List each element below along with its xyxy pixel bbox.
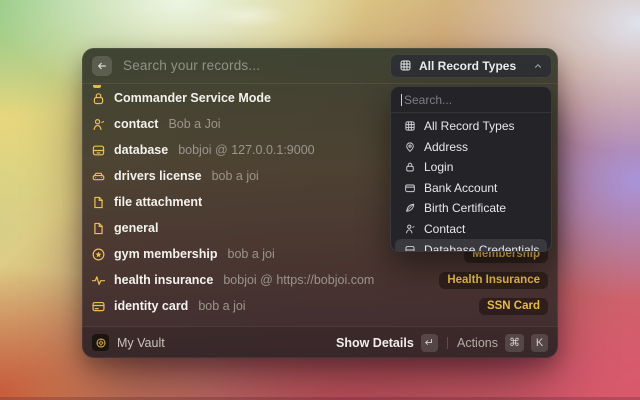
dropdown-search-placeholder: Search... (404, 93, 452, 107)
car-icon (90, 168, 106, 184)
record-title: identity card (114, 299, 188, 313)
cmd-key-badge: ⌘ (505, 334, 524, 352)
record-row[interactable]: identity card bob a joi SSN Card (82, 293, 558, 319)
lock-icon (90, 90, 106, 106)
record-subtitle: bob a joi (228, 247, 275, 261)
database-icon (90, 142, 106, 158)
wallpaper-highlight (205, 4, 290, 28)
text-caret (401, 94, 402, 106)
back-button[interactable] (92, 56, 112, 76)
record-subtitle: bobjoi @ 127.0.0.1:9000 (178, 143, 314, 157)
dropdown-item-all-record-types[interactable]: All Record Types (395, 116, 547, 137)
record-type-badge: Health Insurance (439, 272, 548, 289)
card-icon (90, 298, 106, 314)
record-subtitle: Bob a Joi (168, 117, 220, 131)
search-top-bar: Search your records... All Record Types (82, 48, 558, 84)
file-icon (90, 220, 106, 236)
certificate-icon (403, 202, 416, 215)
dropdown-item-label: Birth Certificate (424, 201, 506, 215)
record-type-badge: SSN Card (479, 298, 548, 315)
vault-logo-icon (92, 334, 109, 351)
chevron-up-icon (533, 61, 543, 71)
dropdown-item-birth-certificate[interactable]: Birth Certificate (395, 198, 547, 219)
scrolled-item-fragment (93, 85, 101, 88)
record-title: Commander Service Mode (114, 91, 271, 105)
show-details-button[interactable]: Show Details (336, 336, 414, 350)
star-icon (90, 246, 106, 262)
record-title: drivers license (114, 169, 202, 183)
dropdown-item-label: All Record Types (424, 119, 515, 133)
record-title: general (114, 221, 158, 235)
record-row[interactable]: health insurance bobjoi @ https://bobjoi.… (82, 267, 558, 293)
dropdown-item-list: All Record Types Address Login Bank Account… (391, 113, 551, 252)
record-title: contact (114, 117, 158, 131)
record-title: health insurance (114, 273, 213, 287)
dropdown-item-login[interactable]: Login (395, 157, 547, 178)
dropdown-item-contact[interactable]: Contact (395, 219, 547, 240)
record-subtitle: bob a joi (198, 299, 245, 313)
grid-icon (399, 59, 412, 72)
footer-actions: Show Details ↵ Actions ⌘ K (336, 334, 548, 352)
file-icon (90, 194, 106, 210)
dropdown-item-label: Database Credentials (424, 243, 539, 252)
enter-key-badge: ↵ (421, 334, 438, 352)
person-icon (403, 222, 416, 235)
record-title: database (114, 143, 168, 157)
database-icon (403, 244, 416, 253)
vault-name-label: My Vault (117, 336, 165, 350)
footer-bar: My Vault Show Details ↵ Actions ⌘ K (82, 326, 558, 358)
bank-icon (403, 181, 416, 194)
pulse-icon (90, 272, 106, 288)
dropdown-item-label: Bank Account (424, 181, 497, 195)
record-title: file attachment (114, 195, 202, 209)
record-title: gym membership (114, 247, 218, 261)
dropdown-item-label: Address (424, 140, 468, 154)
records-search-input[interactable]: Search your records... (123, 58, 390, 73)
dropdown-item-label: Login (424, 160, 453, 174)
dropdown-item-address[interactable]: Address (395, 137, 547, 158)
person-icon (90, 116, 106, 132)
filter-button-label: All Record Types (419, 59, 516, 73)
record-subtitle: bobjoi @ https://bobjoi.com (223, 273, 374, 287)
footer-divider (447, 337, 448, 349)
grid-icon (403, 120, 416, 133)
record-type-filter-button[interactable]: All Record Types (390, 54, 552, 78)
record-subtitle: bob a joi (212, 169, 259, 183)
arrow-left-icon (96, 60, 108, 72)
dropdown-item-bank-account[interactable]: Bank Account (395, 178, 547, 199)
record-type-dropdown: Search... All Record Types Address Login Ba… (390, 86, 552, 252)
lock-icon (403, 161, 416, 174)
dropdown-item-label: Contact (424, 222, 465, 236)
dropdown-search-input[interactable]: Search... (391, 87, 551, 113)
dropdown-item-database-credentials[interactable]: Database Credentials (395, 239, 547, 252)
k-key-badge: K (531, 334, 548, 352)
actions-button[interactable]: Actions (457, 336, 498, 350)
pin-icon (403, 140, 416, 153)
